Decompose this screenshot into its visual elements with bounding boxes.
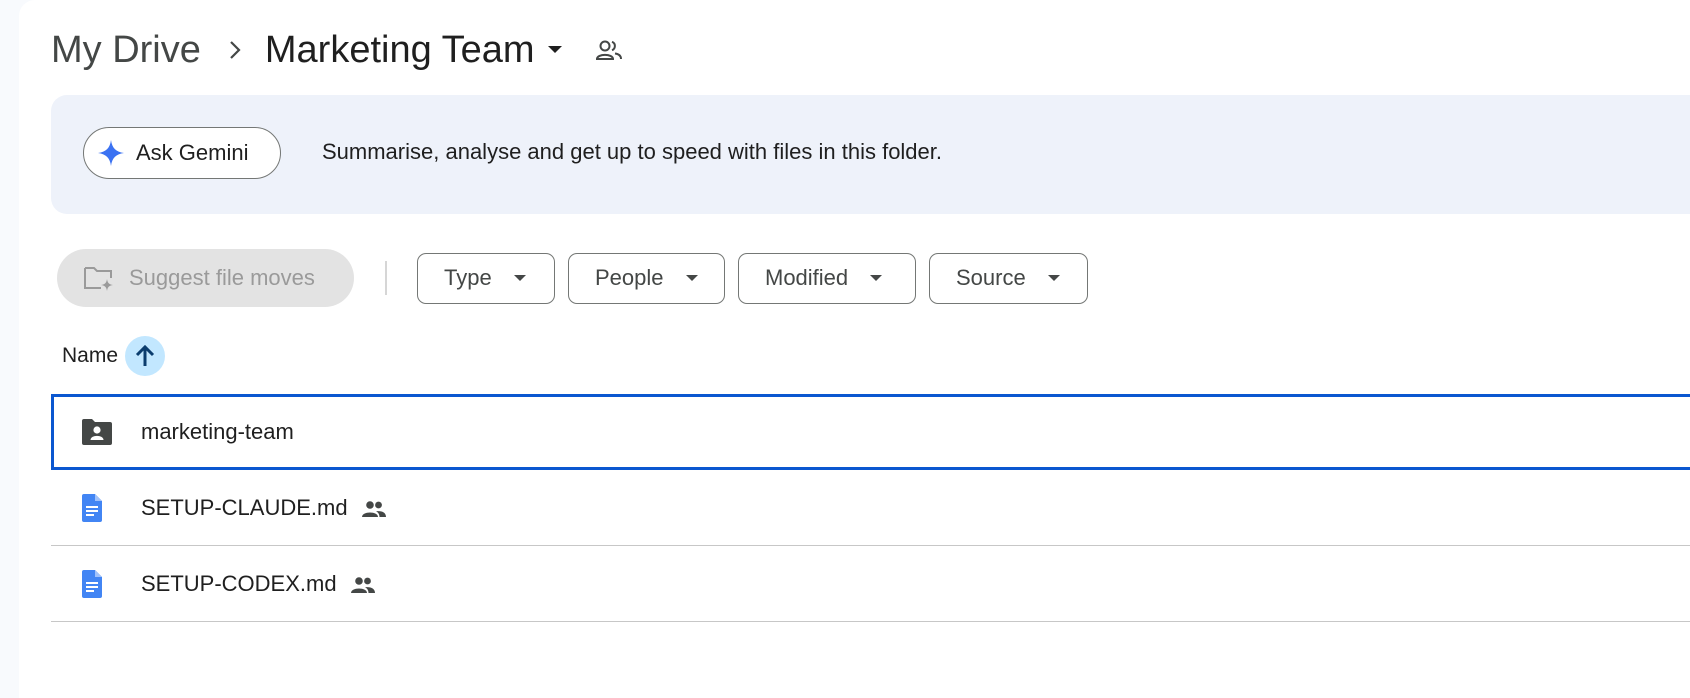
folder-sparkle-icon [83,264,115,292]
sort-ascending-button[interactable] [125,336,166,376]
filter-chip-modified[interactable]: Modified [738,252,916,304]
ask-gemini-label: Ask Gemini [136,140,249,165]
chip-label: People [595,265,664,290]
file-name: marketing-team [141,419,294,444]
ask-gemini-button[interactable]: Ask Gemini [83,127,281,179]
caret-down-icon [1047,274,1060,282]
file-name-wrapper: SETUP-CLAUDE.md [141,495,386,521]
caret-down-icon [547,45,563,55]
file-row[interactable]: SETUP-CLAUDE.md [51,470,1690,546]
file-list: marketing-team SETUP-CLAUDE.md SETUP-COD… [51,394,1690,622]
file-row[interactable]: marketing-team [51,394,1690,470]
chevron-right-icon [205,39,265,61]
folder-title: Marketing Team [264,28,535,71]
arrow-up-icon [135,344,155,366]
column-header-name[interactable]: Name [62,336,166,376]
document-icon [80,569,104,598]
filter-chip-type[interactable]: Type [417,252,555,304]
people-icon[interactable] [595,39,623,61]
filter-chip-people[interactable]: People [568,252,725,304]
file-name: SETUP-CODEX.md [141,570,337,596]
file-name-wrapper: SETUP-CODEX.md [141,571,375,597]
filter-bar: Suggest file moves Type People Modified … [57,249,1101,307]
filter-chip-source[interactable]: Source [929,252,1088,304]
file-name: SETUP-CLAUDE.md [141,494,348,520]
shared-people-icon [361,500,386,518]
caret-down-icon [513,274,526,282]
breadcrumb-my-drive[interactable]: My Drive [51,29,205,72]
shared-folder-icon [80,418,114,446]
breadcrumb: My Drive Marketing Team [51,24,623,76]
chip-label: Type [444,265,492,290]
chip-label: Source [956,265,1026,290]
shared-people-icon [350,576,375,594]
caret-down-icon [685,274,698,282]
suggest-file-moves-button[interactable]: Suggest file moves [57,249,354,307]
document-icon [80,493,104,522]
gemini-sparkle-icon [98,140,124,166]
gemini-banner: Ask Gemini Summarise, analyse and get up… [51,95,1690,214]
chip-label: Modified [765,265,849,290]
breadcrumb-current-folder[interactable]: Marketing Team [265,29,563,72]
caret-down-icon [870,274,883,282]
filter-divider [385,261,387,295]
suggest-file-moves-label: Suggest file moves [129,265,315,290]
column-name-label: Name [62,344,119,367]
gemini-prompt-text: Summarise, analyse and get up to speed w… [322,139,943,164]
file-row[interactable]: SETUP-CODEX.md [51,546,1690,622]
